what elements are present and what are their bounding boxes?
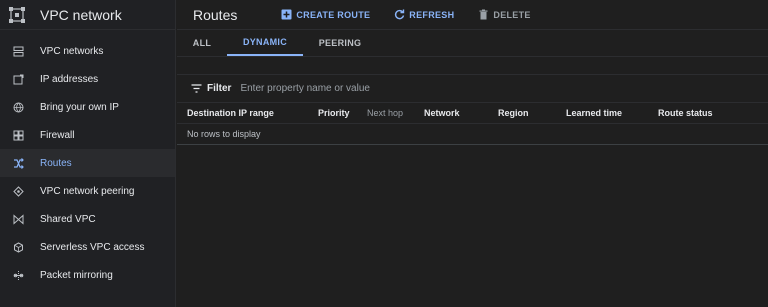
empty-message: No rows to display [177, 123, 768, 145]
sidebar-item-shared-vpc[interactable]: Shared VPC [0, 205, 175, 233]
sidebar-item-bring-your-own-ip[interactable]: Bring your own IP [0, 93, 175, 121]
serverless-icon [12, 241, 24, 253]
tab-peering[interactable]: PEERING [311, 29, 369, 56]
table-header-row: Destination IP range Priority Next hop N… [177, 103, 768, 124]
section-divider [177, 57, 768, 75]
sidebar-item-label: IP addresses [40, 73, 99, 85]
ip-addresses-icon [12, 73, 24, 85]
sidebar-item-label: Packet mirroring [40, 269, 113, 281]
shared-vpc-icon [12, 213, 24, 225]
sidebar-item-label: VPC networks [40, 45, 104, 57]
sidebar-item-serverless-vpc-access[interactable]: Serverless VPC access [0, 233, 175, 261]
sidebar-item-vpc-network-peering[interactable]: VPC network peering [0, 177, 175, 205]
page-header: Routes CREATE ROUTE REFRESH DELETE [177, 0, 768, 30]
routes-table: Destination IP range Priority Next hop N… [177, 103, 768, 145]
sidebar-item-label: Bring your own IP [40, 101, 119, 113]
sidebar-item-routes[interactable]: Routes [0, 149, 175, 177]
sidebar-item-ip-addresses[interactable]: IP addresses [0, 65, 175, 93]
delete-button[interactable]: DELETE [478, 9, 530, 20]
filter-input[interactable] [240, 83, 461, 94]
refresh-label: REFRESH [409, 9, 455, 20]
page-title: Routes [193, 6, 238, 23]
sidebar-item-label: Firewall [40, 129, 75, 141]
vpc-networks-icon [12, 45, 24, 57]
sidebar-item-label: Serverless VPC access [40, 241, 145, 253]
filter-label: Filter [207, 83, 232, 94]
main-content: Routes CREATE ROUTE REFRESH DELETE ALL D… [177, 0, 768, 307]
column-header-next-hop[interactable]: Next hop [367, 103, 424, 124]
sidebar: VPC network VPC networks IP addresses Br… [0, 0, 176, 307]
delete-label: DELETE [493, 9, 531, 20]
filter-list-icon[interactable] [191, 84, 202, 93]
tab-all[interactable]: ALL [185, 29, 219, 56]
vpc-network-logo-icon [8, 6, 26, 24]
firewall-icon [12, 129, 24, 141]
product-header: VPC network [0, 0, 175, 30]
sidebar-item-label: Shared VPC [40, 213, 96, 225]
tab-dynamic[interactable]: DYNAMIC [227, 29, 303, 56]
column-header-network[interactable]: Network [424, 103, 498, 124]
tab-bar: ALL DYNAMIC PEERING [177, 30, 768, 57]
sidebar-item-label: VPC network peering [40, 185, 135, 197]
column-header-destination-ip-range[interactable]: Destination IP range [177, 103, 318, 124]
create-route-label: CREATE ROUTE [296, 9, 371, 20]
packet-mirroring-icon [12, 269, 24, 281]
refresh-button[interactable]: REFRESH [394, 9, 454, 20]
column-header-region[interactable]: Region [498, 103, 566, 124]
refresh-icon [394, 9, 405, 20]
sidebar-nav: VPC networks IP addresses Bring your own… [0, 30, 175, 289]
sidebar-item-vpc-networks[interactable]: VPC networks [0, 37, 175, 65]
peering-icon [12, 185, 24, 197]
sidebar-item-label: Routes [40, 157, 72, 169]
filter-bar: Filter [177, 75, 768, 103]
sidebar-item-packet-mirroring[interactable]: Packet mirroring [0, 261, 175, 289]
globe-icon [12, 101, 24, 113]
create-route-button[interactable]: CREATE ROUTE [281, 9, 370, 20]
column-header-priority[interactable]: Priority [318, 103, 367, 124]
column-header-route-status[interactable]: Route status [658, 103, 768, 124]
sidebar-item-firewall[interactable]: Firewall [0, 121, 175, 149]
column-header-learned-time[interactable]: Learned time [566, 103, 658, 124]
add-box-icon [281, 9, 292, 20]
routes-icon [12, 157, 24, 169]
trash-icon [478, 9, 489, 20]
product-title: VPC network [40, 6, 122, 23]
empty-row: No rows to display [177, 123, 768, 145]
